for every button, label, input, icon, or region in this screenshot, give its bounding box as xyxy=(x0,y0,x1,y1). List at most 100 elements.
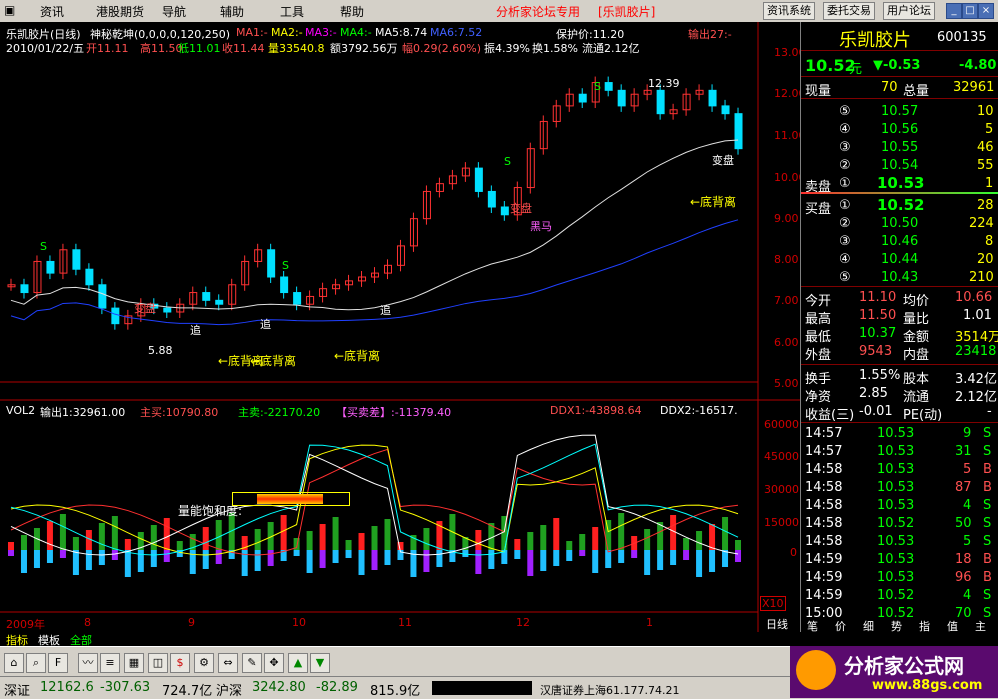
volume-bar-neg xyxy=(488,550,495,569)
volume-bar xyxy=(683,538,690,550)
bid-ask-divider xyxy=(801,192,998,194)
menu-item-hk-futures[interactable]: 港股期货 xyxy=(96,3,144,20)
volume-bar-neg xyxy=(423,550,430,572)
tick-vol: 18 xyxy=(955,552,972,567)
menu-item-news[interactable]: 资讯 xyxy=(40,3,64,20)
total-vol: 32961 xyxy=(953,80,995,95)
tick-side: S xyxy=(983,498,992,513)
sz-index-value: 12162.6 xyxy=(40,680,94,695)
menu-item-help[interactable]: 帮助 xyxy=(340,3,364,20)
forum-button[interactable]: 用户论坛 xyxy=(883,2,935,20)
toolbar-window-icon[interactable]: ◫ xyxy=(148,653,168,673)
volume-bar-neg xyxy=(358,550,365,575)
tick-price: 10.53 xyxy=(877,570,915,585)
sell-level-index: ⑤ xyxy=(839,104,851,119)
stat-label: 内盘 xyxy=(903,348,930,363)
candle-body xyxy=(721,105,730,115)
volume-bar xyxy=(605,520,612,550)
menu-item-nav[interactable]: 导航 xyxy=(162,3,186,20)
chase-label: 追 xyxy=(190,324,201,337)
sell-level-index: ② xyxy=(839,158,851,173)
minimize-button[interactable]: _ xyxy=(946,3,962,19)
toolbar-search-icon[interactable]: ⌕ xyxy=(26,653,46,673)
tick-time: 14:58 xyxy=(805,462,843,477)
buy-level-vol: 20 xyxy=(977,252,994,267)
volume-bar-neg xyxy=(150,550,157,567)
candle-body xyxy=(111,307,120,325)
bar-low: 低11.01 xyxy=(178,42,221,55)
volume-bar-neg xyxy=(735,550,742,562)
toolbar-dollar-icon[interactable]: $ xyxy=(170,653,190,673)
low-price-label: 5.88 xyxy=(148,344,173,357)
stat-label: PE(动) xyxy=(903,408,943,423)
scale-x10[interactable]: X10 xyxy=(760,596,786,611)
toolbar-f10-icon[interactable]: F xyxy=(48,653,68,673)
volume-bar xyxy=(46,521,53,550)
volume-bar-neg xyxy=(709,550,716,572)
volume-bar-neg xyxy=(293,550,300,556)
candle-body xyxy=(293,292,302,305)
candle-body xyxy=(20,284,29,294)
volume-bar xyxy=(371,526,378,550)
trade-button[interactable]: 委托交易 xyxy=(823,2,875,20)
volume-bar-neg xyxy=(163,550,170,562)
volume-bar-neg xyxy=(306,550,313,573)
price-change: ▼-0.53 xyxy=(873,58,921,73)
bar-date: 2010/01/22/五 xyxy=(6,42,85,55)
tick-vol: 96 xyxy=(955,570,972,585)
vol-tick: 30000 xyxy=(764,483,799,496)
menu-bar: ▣ 资讯 港股期货 导航 辅助 工具 帮助 分析家论坛专用 [乐凯胶片] 资讯系… xyxy=(0,0,998,23)
ddx1-label: DDX1:-43898.64 xyxy=(550,404,642,417)
volume-bar-neg xyxy=(657,550,664,570)
bar-high: 高11.50 xyxy=(140,42,183,55)
volume-bar-neg xyxy=(46,550,53,563)
volume-bar-neg xyxy=(631,550,638,558)
bid-label: 买盘 xyxy=(805,202,832,217)
logo-text: 分析家公式网 xyxy=(844,654,964,678)
tick-vol: 9 xyxy=(963,426,972,441)
price-unit: 元 xyxy=(849,62,863,77)
volume-bar-neg xyxy=(137,550,144,572)
tick-side: S xyxy=(983,534,992,549)
news-system-button[interactable]: 资讯系统 xyxy=(763,2,815,20)
candle-body xyxy=(474,167,483,192)
tick-side: S xyxy=(983,426,992,441)
toolbar-index-icon[interactable]: ≡ xyxy=(100,653,120,673)
toolbar-tool-icon[interactable]: ⚙ xyxy=(194,653,214,673)
toolbar-expand-icon[interactable]: ⇔ xyxy=(218,653,238,673)
candle-body xyxy=(578,93,587,103)
sell-level-price: 10.54 xyxy=(881,158,919,173)
toolbar-up-icon[interactable]: ▲ xyxy=(288,653,308,673)
toolbar-trend-icon[interactable]: 〰 xyxy=(78,653,98,673)
volume-bar-neg xyxy=(514,550,521,559)
kline-chart[interactable]: 乐凯胶片(日线) 神秘乾坤(0,0,0,0,120,250) MA1:- MA2… xyxy=(0,22,806,632)
ma6-label: MA6:7.52 xyxy=(430,26,483,39)
hs-index-label: 沪深 xyxy=(216,684,243,699)
x-label: 9 xyxy=(188,616,195,629)
chart-canvas[interactable] xyxy=(0,22,800,632)
toolbar-down-icon[interactable]: ▼ xyxy=(310,653,330,673)
stat-label: 最低 xyxy=(805,330,832,345)
tick-time: 14:58 xyxy=(805,498,843,513)
volume-bar xyxy=(59,514,66,550)
toolbar-pen-icon[interactable]: ✎ xyxy=(242,653,262,673)
volume-bar xyxy=(306,531,313,550)
tick-vol: 5 xyxy=(963,534,972,549)
app-icon[interactable]: ▣ xyxy=(4,3,15,17)
toolbar-home-icon[interactable]: ⌂ xyxy=(4,653,24,673)
toolbar-cross-icon[interactable]: ✥ xyxy=(264,653,284,673)
period-daily[interactable]: 日线 xyxy=(766,616,788,632)
volume-bar-neg xyxy=(553,550,560,566)
maximize-button[interactable]: □ xyxy=(962,3,978,19)
close-button[interactable]: × xyxy=(978,3,994,19)
ddx2-label: DDX2:-16517. xyxy=(660,404,738,417)
volume-bar-neg xyxy=(215,550,222,564)
menu-item-assist[interactable]: 辅助 xyxy=(220,3,244,20)
menu-item-tools[interactable]: 工具 xyxy=(280,3,304,20)
toolbar-grid-icon[interactable]: ▦ xyxy=(124,653,144,673)
candle-body xyxy=(163,307,172,313)
ask-level-index: ① xyxy=(839,176,851,191)
site-logo: 分析家公式网 www.88gs.com xyxy=(790,646,998,698)
quote-panel: 乐凯胶片 600135 10.52 元 ▼-0.53 -4.80 现量 70 总… xyxy=(800,22,998,633)
tick-side: B xyxy=(983,570,992,585)
